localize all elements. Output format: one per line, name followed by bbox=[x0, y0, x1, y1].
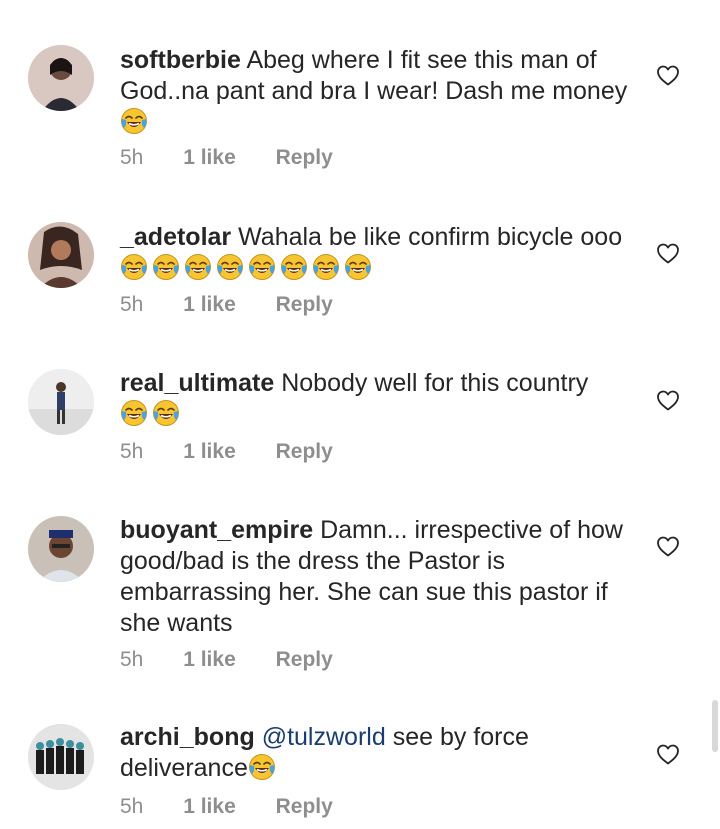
avatar[interactable] bbox=[28, 369, 94, 435]
comment-time: 5h bbox=[120, 795, 144, 818]
face-with-tears-of-joy-emoji bbox=[120, 253, 148, 281]
comment-body: Nobody well for this country bbox=[281, 369, 589, 397]
comment-time: 5h bbox=[120, 146, 144, 169]
heart-outline-icon[interactable] bbox=[656, 64, 680, 86]
heart-outline-icon[interactable] bbox=[656, 242, 680, 264]
face-with-tears-of-joy-emoji bbox=[344, 253, 372, 281]
like-count[interactable]: 1 like bbox=[183, 648, 236, 671]
comment-text: archi_bong @tulzworld see by force deliv… bbox=[120, 722, 640, 784]
avatar[interactable] bbox=[28, 222, 94, 288]
reply-button[interactable]: Reply bbox=[276, 440, 333, 463]
comment-time: 5h bbox=[120, 648, 144, 671]
comment-text: _adetolar Wahala be like confirm bicycle… bbox=[120, 222, 640, 284]
like-count[interactable]: 1 like bbox=[183, 440, 236, 463]
like-count[interactable]: 1 like bbox=[183, 146, 236, 169]
face-with-tears-of-joy-emoji bbox=[248, 253, 276, 281]
comment-username[interactable]: softberbie bbox=[120, 46, 241, 74]
comment-username[interactable]: archi_bong bbox=[120, 723, 255, 751]
face-with-tears-of-joy-emoji bbox=[280, 253, 308, 281]
comment-username[interactable]: real_ultimate bbox=[120, 369, 274, 397]
emoji-row bbox=[248, 754, 280, 782]
like-count[interactable]: 1 like bbox=[183, 293, 236, 316]
comment-meta: 5h 1 like Reply bbox=[120, 648, 367, 672]
face-with-tears-of-joy-emoji bbox=[152, 253, 180, 281]
comment-body: Wahala be like confirm bicycle ooo bbox=[238, 223, 623, 251]
comment-meta: 5h 1 like Reply bbox=[120, 795, 367, 819]
scrollbar[interactable] bbox=[712, 700, 718, 752]
face-with-tears-of-joy-emoji bbox=[184, 253, 212, 281]
face-with-tears-of-joy-emoji bbox=[120, 107, 148, 135]
comment-text: buoyant_empire Damn... irrespective of h… bbox=[120, 515, 640, 639]
comment-text: softberbie Abeg where I fit see this man… bbox=[120, 45, 640, 138]
reply-button[interactable]: Reply bbox=[276, 293, 333, 316]
comment-meta: 5h 1 like Reply bbox=[120, 146, 367, 170]
comment-meta: 5h 1 like Reply bbox=[120, 440, 367, 464]
face-with-tears-of-joy-emoji bbox=[312, 253, 340, 281]
emoji-row bbox=[120, 108, 152, 136]
comment-time: 5h bbox=[120, 440, 144, 463]
user-mention-link[interactable]: @tulzworld bbox=[262, 723, 386, 751]
avatar[interactable] bbox=[28, 45, 94, 111]
reply-button[interactable]: Reply bbox=[276, 648, 333, 671]
avatar[interactable] bbox=[28, 516, 94, 582]
comment-time: 5h bbox=[120, 293, 144, 316]
heart-outline-icon[interactable] bbox=[656, 743, 680, 765]
comment-meta: 5h 1 like Reply bbox=[120, 293, 367, 317]
comment-username[interactable]: buoyant_empire bbox=[120, 516, 313, 544]
face-with-tears-of-joy-emoji bbox=[120, 399, 148, 427]
reply-button[interactable]: Reply bbox=[276, 146, 333, 169]
face-with-tears-of-joy-emoji bbox=[216, 253, 244, 281]
face-with-tears-of-joy-emoji bbox=[152, 399, 180, 427]
emoji-row bbox=[120, 400, 184, 428]
comment-text: real_ultimate Nobody well for this count… bbox=[120, 368, 640, 430]
heart-outline-icon[interactable] bbox=[656, 535, 680, 557]
heart-outline-icon[interactable] bbox=[656, 389, 680, 411]
emoji-row bbox=[120, 254, 376, 282]
like-count[interactable]: 1 like bbox=[183, 795, 236, 818]
comment-username[interactable]: _adetolar bbox=[120, 223, 231, 251]
avatar[interactable] bbox=[28, 724, 94, 790]
face-with-tears-of-joy-emoji bbox=[248, 753, 276, 781]
reply-button[interactable]: Reply bbox=[276, 795, 333, 818]
